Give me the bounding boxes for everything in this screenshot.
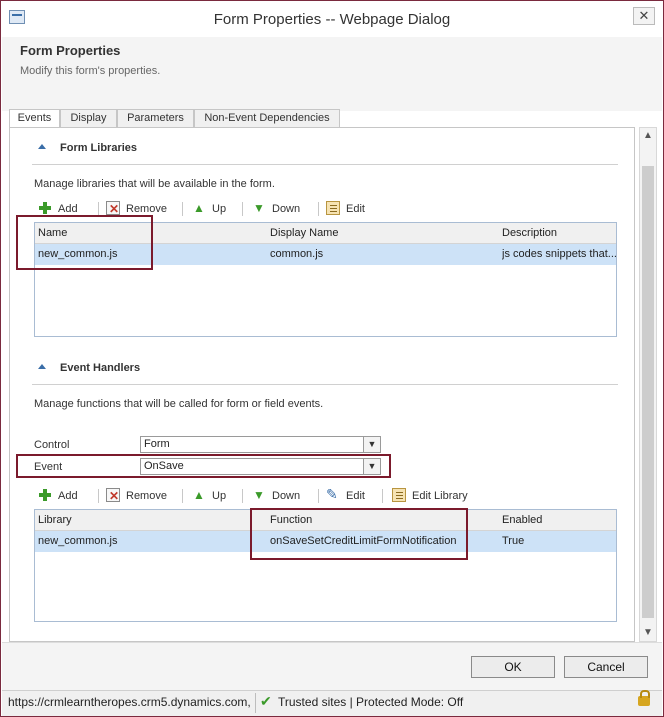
handler-enabled-cell: True (502, 535, 525, 547)
remove-handler-button[interactable]: Remove (106, 487, 167, 505)
add-handler-button[interactable]: Add (38, 487, 78, 505)
toolbar-separator (242, 202, 243, 216)
control-selected-value: Form (144, 438, 170, 450)
page-subtitle: Modify this form's properties. (20, 65, 161, 77)
column-header-display-name[interactable]: Display Name (270, 223, 338, 244)
chevron-down-icon[interactable]: ▼ (363, 437, 380, 452)
edit-library-icon (392, 488, 406, 502)
arrow-up-icon (192, 199, 206, 217)
highlight-box-event (16, 454, 391, 478)
event-handlers-description: Manage functions that will be called for… (34, 398, 324, 410)
security-zone-text: Trusted sites | Protected Mode: Off (278, 695, 464, 709)
toolbar-separator (98, 489, 99, 503)
dialog-footer: OK Cancel (2, 642, 662, 690)
toolbar-separator (382, 489, 383, 503)
edit-label: Edit (346, 203, 365, 215)
highlight-box-function (250, 508, 468, 560)
status-bar: https://crmlearntheropes.crm5.dynamics.c… (2, 690, 662, 716)
highlight-box-library-name (16, 215, 153, 270)
form-libraries-title: Form Libraries (60, 142, 138, 154)
add-icon (38, 488, 52, 502)
lock-icon (638, 690, 650, 706)
move-down-library-button[interactable]: Down (252, 199, 301, 218)
events-panel: Form Libraries Manage libraries that wil… (9, 127, 635, 642)
event-handlers-title: Event Handlers (60, 362, 141, 374)
vertical-scrollbar[interactable]: ▲ ▼ (639, 127, 657, 642)
remove-label: Remove (126, 203, 167, 215)
down-label: Down (272, 203, 301, 215)
column-header-enabled[interactable]: Enabled (502, 510, 542, 531)
remove-label: Remove (126, 490, 167, 502)
scroll-down-arrow-icon[interactable]: ▼ (640, 625, 656, 641)
add-icon (38, 201, 52, 215)
scroll-up-arrow-icon[interactable]: ▲ (640, 128, 656, 144)
toolbar-separator (318, 489, 319, 503)
edit-library-handler-button[interactable]: Edit Library (392, 487, 468, 505)
remove-icon (106, 487, 120, 505)
toolbar-separator (98, 202, 99, 216)
dialog-header: Form Properties Modify this form's prope… (2, 37, 662, 111)
toolbar-separator (182, 202, 183, 216)
arrow-down-icon (252, 199, 266, 217)
up-label: Up (212, 490, 227, 502)
close-button[interactable]: ✕ (633, 7, 655, 25)
section-divider (32, 384, 618, 385)
edit-label: Edit (346, 490, 365, 502)
cancel-button[interactable]: Cancel (564, 656, 648, 678)
move-up-library-button[interactable]: Up (192, 199, 227, 218)
edit-library-button[interactable]: Edit (326, 200, 365, 218)
library-description-cell: js codes snippets that... (502, 248, 616, 260)
column-header-library[interactable]: Library (38, 510, 72, 531)
library-display-name-cell: common.js (270, 248, 324, 260)
ok-button[interactable]: OK (471, 656, 555, 678)
tab-display[interactable]: Display (60, 109, 117, 128)
handler-library-cell: new_common.js (38, 535, 118, 547)
form-libraries-header[interactable]: Form Libraries (38, 142, 137, 154)
remove-icon (106, 200, 120, 218)
tab-non-event-dependencies[interactable]: Non-Event Dependencies (194, 109, 340, 128)
up-label: Up (212, 203, 227, 215)
collapse-triangle-icon[interactable] (38, 364, 46, 369)
title-bar: Form Properties -- Webpage Dialog ✕ (1, 1, 663, 37)
status-url: https://crmlearntheropes.crm5.dynamics.c… (8, 695, 251, 709)
page-title: Form Properties (20, 43, 121, 58)
control-label: Control (34, 439, 70, 451)
collapse-triangle-icon[interactable] (38, 144, 46, 149)
status-divider (255, 693, 256, 713)
edit-pencil-icon (326, 485, 340, 503)
section-divider (32, 164, 618, 165)
column-header-description[interactable]: Description (502, 223, 557, 244)
scrollbar-thumb[interactable] (642, 166, 654, 618)
add-label: Add (58, 490, 78, 502)
control-select[interactable]: Form ▼ (140, 436, 381, 453)
window-title: Form Properties -- Webpage Dialog (213, 11, 451, 28)
edit-handler-button[interactable]: Edit (326, 485, 365, 505)
checkmark-icon: ✔ (260, 693, 272, 709)
toolbar-separator (318, 202, 319, 216)
tab-parameters[interactable]: Parameters (117, 109, 194, 128)
arrow-up-icon (192, 486, 206, 504)
move-down-handler-button[interactable]: Down (252, 486, 301, 505)
add-label: Add (58, 203, 78, 215)
toolbar-separator (182, 489, 183, 503)
down-label: Down (272, 490, 301, 502)
edit-library-label: Edit Library (412, 490, 468, 502)
event-handlers-header[interactable]: Event Handlers (38, 362, 140, 374)
edit-properties-icon (326, 201, 340, 215)
toolbar-separator (242, 489, 243, 503)
arrow-down-icon (252, 486, 266, 504)
tab-events[interactable]: Events (9, 109, 60, 128)
move-up-handler-button[interactable]: Up (192, 486, 227, 505)
form-libraries-description: Manage libraries that will be available … (34, 178, 275, 190)
dialog-window: Form Properties -- Webpage Dialog ✕ Form… (0, 0, 664, 717)
